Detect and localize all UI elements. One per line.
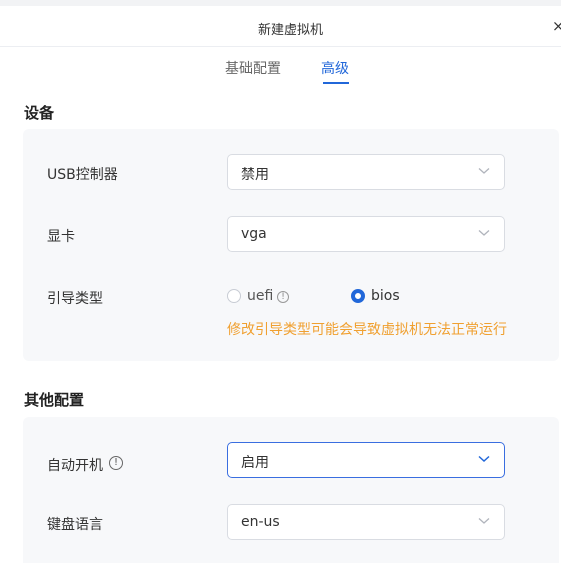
boot-type-warning: 修改引导类型可能会导致虚拟机无法正常运行 (227, 322, 507, 338)
radio-uefi-label[interactable]: uefi (247, 289, 273, 304)
chevron-down-icon (478, 518, 490, 524)
chevron-down-icon (478, 230, 490, 236)
keyboard-language-label: 键盘语言 (47, 517, 103, 533)
usb-controller-label: USB控制器 (47, 167, 118, 183)
dialog-title: 新建虚拟机 (257, 23, 323, 38)
active-tab-indicator (323, 82, 349, 84)
autostart-select[interactable]: 启用 (227, 442, 505, 478)
devices-section-title: 设备 (24, 104, 55, 122)
chevron-down-icon (478, 168, 490, 174)
other-config-section-title: 其他配置 (24, 391, 85, 409)
boot-type-label: 引导类型 (47, 291, 103, 307)
graphics-card-select[interactable]: vga (227, 216, 505, 252)
keyboard-language-value: en-us (241, 514, 280, 530)
radio-bios[interactable] (351, 289, 365, 303)
autostart-value: 启用 (241, 455, 269, 471)
info-icon[interactable]: ! (277, 291, 289, 303)
info-icon[interactable]: ! (109, 456, 123, 470)
usb-controller-value: 禁用 (241, 167, 269, 183)
close-icon[interactable]: × (552, 18, 561, 34)
graphics-card-label: 显卡 (47, 229, 75, 245)
radio-bios-label[interactable]: bios (371, 289, 400, 304)
other-config-panel (23, 417, 559, 563)
graphics-card-value: vga (241, 226, 267, 242)
keyboard-language-select[interactable]: en-us (227, 504, 505, 540)
tab-advanced[interactable]: 高级 (321, 58, 349, 78)
tab-basic-config[interactable]: 基础配置 (225, 58, 281, 78)
dialog-header: 新建虚拟机 × (0, 6, 561, 47)
radio-uefi[interactable] (227, 289, 241, 303)
usb-controller-select[interactable]: 禁用 (227, 154, 505, 190)
autostart-label: 自动开机 (47, 458, 103, 474)
chevron-down-icon (478, 455, 490, 463)
